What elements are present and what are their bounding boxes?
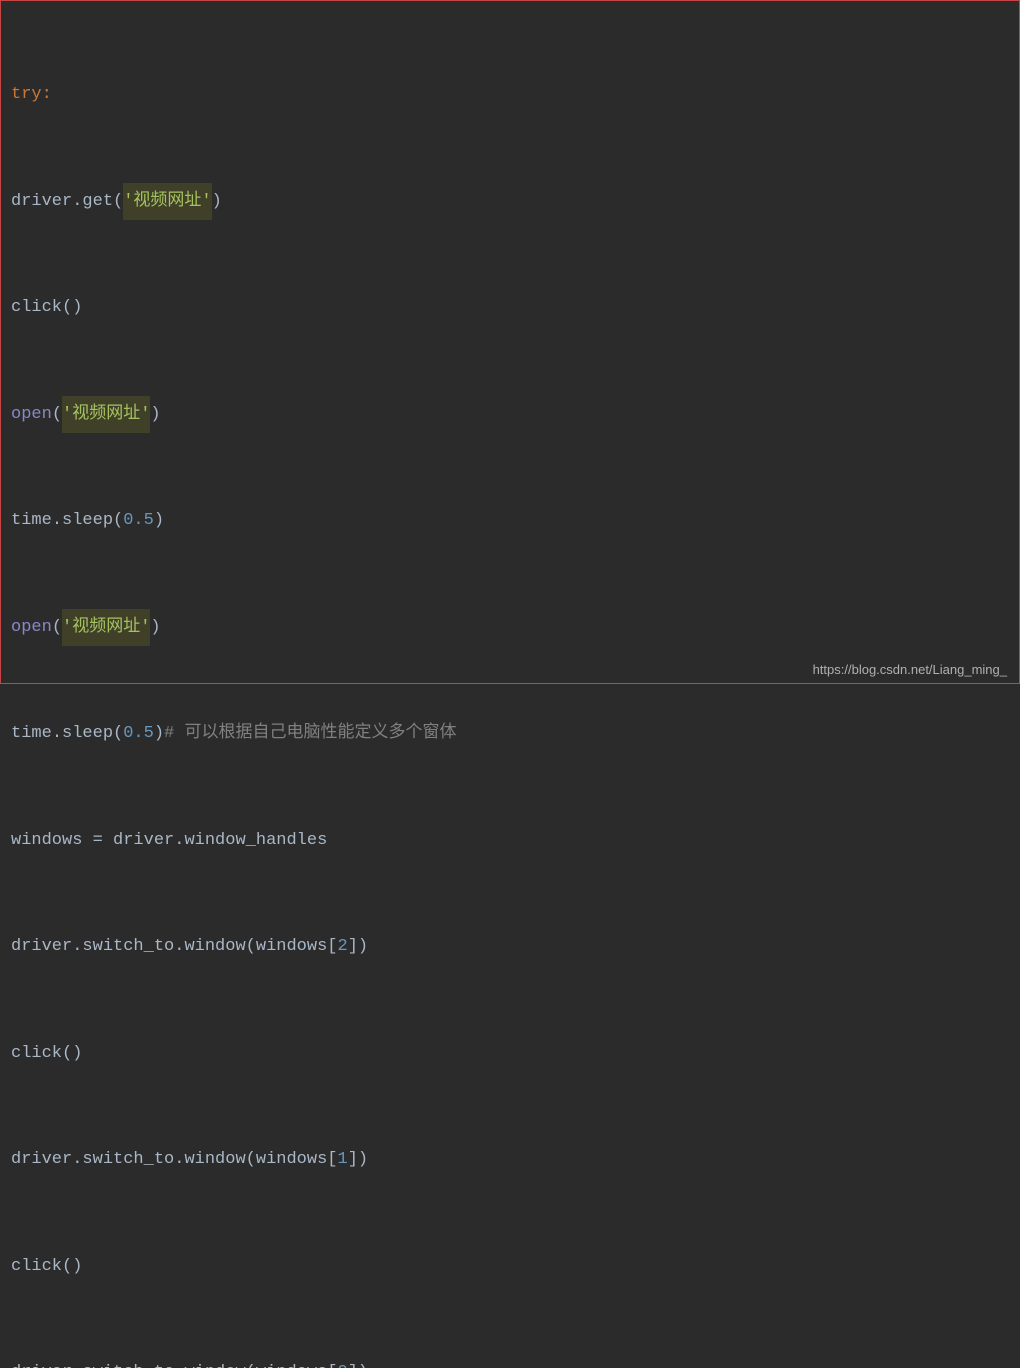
code-line: windows = driver.window_handles [1, 823, 1019, 859]
code-line: try: [1, 77, 1019, 113]
comment: # 可以根据自己电脑性能定义多个窗体 [164, 716, 456, 752]
code-line: click() [1, 1036, 1019, 1072]
code-line: open('视频网址') [1, 397, 1019, 433]
code-line: click() [1, 1249, 1019, 1285]
watermark: https://blog.csdn.net/Liang_ming_ [813, 662, 1007, 677]
code-line: time.sleep(0.5) [1, 503, 1019, 539]
code-line: driver.switch_to.window(windows[2]) [1, 929, 1019, 965]
number-literal: 0.5 [123, 503, 154, 539]
code-block: try: driver.get('视频网址') click() open('视频… [1, 1, 1019, 1368]
keyword-try: try [11, 77, 42, 113]
string-literal: '视频网址' [123, 183, 211, 221]
code-line: driver.switch_to.window(windows[0]) [1, 1355, 1019, 1368]
string-literal: '视频网址' [62, 609, 150, 647]
code-line: open('视频网址') [1, 610, 1019, 646]
number-literal: 0.5 [123, 716, 154, 752]
code-line: driver.switch_to.window(windows[1]) [1, 1142, 1019, 1178]
string-literal: '视频网址' [62, 396, 150, 434]
code-line: click() [1, 290, 1019, 326]
code-line: time.sleep(0.5) # 可以根据自己电脑性能定义多个窗体 [1, 716, 1019, 752]
code-line: driver.get('视频网址') [1, 184, 1019, 220]
